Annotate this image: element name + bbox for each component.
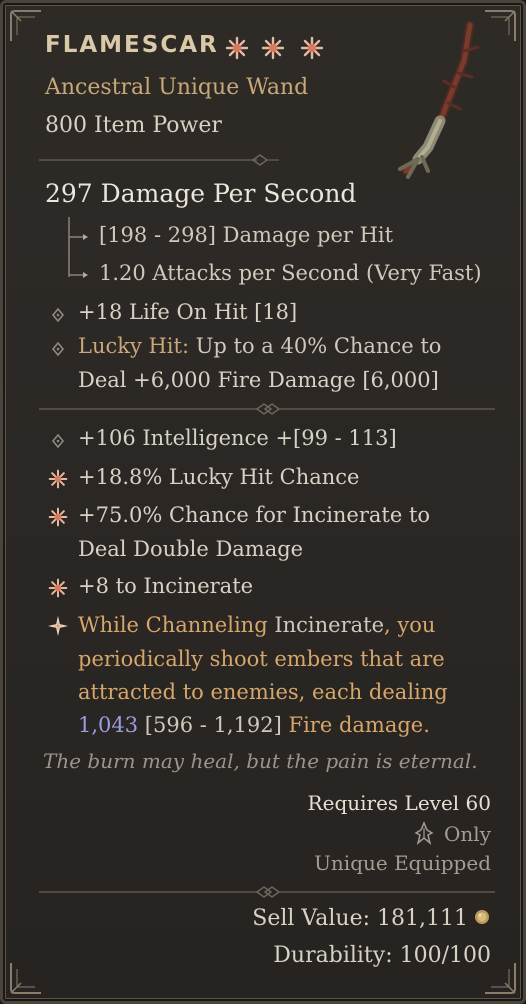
implicit-lucky-hit: Lucky Hit: Up to a 40% Chance to bbox=[78, 329, 441, 363]
gold-coin-icon bbox=[475, 910, 489, 924]
greater-affix-star-icon bbox=[48, 578, 68, 598]
diamond-bullet-icon bbox=[51, 433, 65, 449]
class-only-label: Only bbox=[444, 822, 491, 846]
sell-value-text: Sell Value: 181,111 bbox=[252, 906, 468, 931]
lucky-hit-text-line1: Up to a 40% Chance to bbox=[189, 334, 442, 358]
unique-power-text: , you bbox=[384, 613, 436, 637]
corner-ornament bbox=[483, 9, 517, 43]
affix-intelligence: +106 Intelligence +[99 - 113] bbox=[78, 426, 397, 450]
affix-plus-incinerate: +8 to Incinerate bbox=[78, 574, 254, 598]
item-tooltip: FLAMESCAR Ancestral Unique Wand 800 Item… bbox=[0, 0, 526, 1004]
class-restriction: Only bbox=[412, 821, 491, 846]
stat-tree-connector bbox=[68, 217, 88, 278]
lucky-hit-label: Lucky Hit: bbox=[78, 334, 190, 358]
wand-image bbox=[398, 21, 480, 179]
implicit-life-on-hit: +18 Life On Hit [18] bbox=[78, 300, 298, 324]
section-divider bbox=[39, 886, 495, 898]
value-range: [596 - 1,192] bbox=[138, 713, 282, 737]
damage-per-second: 297 Damage Per Second bbox=[45, 179, 357, 208]
item-name: FLAMESCAR bbox=[45, 32, 219, 58]
unique-power-line3: attracted to enemies, each dealing bbox=[78, 680, 448, 704]
greater-affix-star-icon bbox=[48, 507, 68, 527]
item-type-line: Ancestral Unique Wand bbox=[45, 75, 309, 100]
unique-power-line1: While Channeling Incinerate, you bbox=[78, 608, 435, 642]
unique-power-text: Fire damage. bbox=[281, 713, 430, 737]
affix-lucky-hit-chance: +18.8% Lucky Hit Chance bbox=[78, 465, 360, 489]
level-requirement: Requires Level 60 bbox=[307, 791, 491, 815]
unique-power-text: While Channeling bbox=[78, 613, 268, 637]
unique-power-line4: 1,043 [596 - 1,192] Fire damage. bbox=[78, 708, 430, 742]
corner-ornament bbox=[9, 9, 43, 43]
unique-star-icon bbox=[300, 36, 324, 60]
greater-affix-star-icon bbox=[48, 469, 68, 489]
unique-equipped: Unique Equipped bbox=[314, 851, 491, 875]
section-divider bbox=[39, 154, 279, 166]
skill-name-incinerate: Incinerate bbox=[267, 613, 384, 637]
affix-incinerate-double-line1: +75.0% Chance for Incinerate to bbox=[78, 503, 431, 527]
unique-power-line2: periodically shoot embers that are bbox=[78, 647, 445, 671]
durability: Durability: 100/100 bbox=[273, 943, 491, 968]
unique-power-icon bbox=[47, 615, 69, 637]
corner-ornament bbox=[9, 961, 43, 995]
sell-value: Sell Value: 181,111 bbox=[252, 906, 491, 931]
item-power: 800 Item Power bbox=[45, 113, 222, 138]
unique-star-icon bbox=[225, 36, 249, 60]
unique-star-icon bbox=[261, 36, 285, 60]
diamond-bullet-icon bbox=[51, 307, 65, 323]
flavor-text: The burn may heal, but the pain is etern… bbox=[43, 749, 478, 773]
damage-per-hit: [198 - 298] Damage per Hit bbox=[99, 223, 394, 247]
section-divider bbox=[39, 403, 495, 415]
lucky-hit-text-line2: Deal +6,000 Fire Damage [6,000] bbox=[78, 368, 439, 392]
attack-speed: 1.20 Attacks per Second (Very Fast) bbox=[99, 261, 482, 285]
rolled-value: 1,043 bbox=[78, 713, 139, 737]
diamond-bullet-icon bbox=[51, 341, 65, 357]
affix-incinerate-double-line2: Deal Double Damage bbox=[78, 537, 304, 561]
sorcerer-class-icon bbox=[414, 821, 434, 846]
